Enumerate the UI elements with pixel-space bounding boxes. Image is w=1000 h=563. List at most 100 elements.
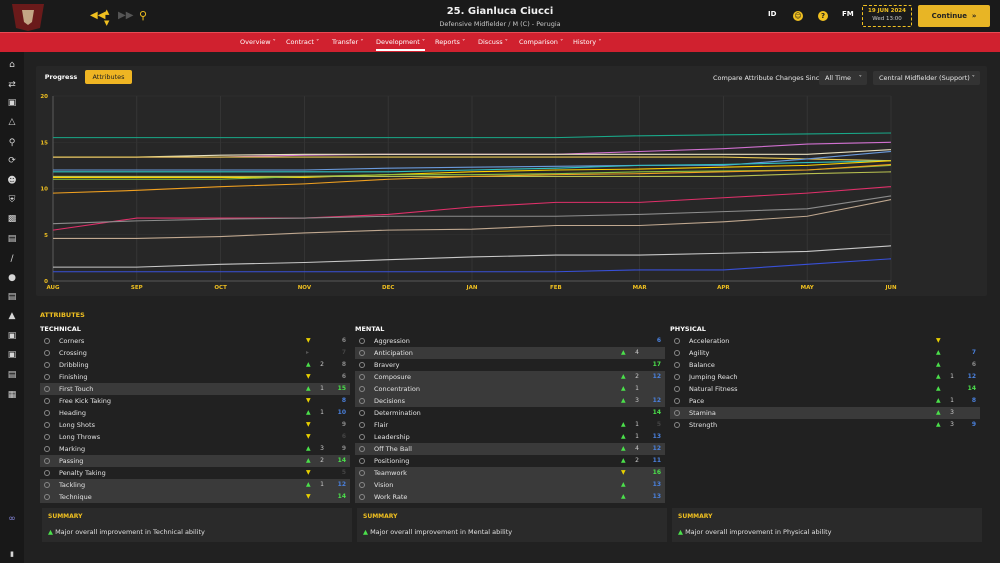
mood-icon[interactable]: ☺ (793, 11, 803, 21)
inbox-icon[interactable]: ⇄ (6, 80, 18, 90)
nav-comparison[interactable]: Comparison ˅ (519, 38, 563, 46)
scouting-icon[interactable]: ⚲ (6, 138, 18, 148)
continue-button[interactable]: Continue » (918, 5, 990, 27)
nav-reports[interactable]: Reports ˅ (435, 38, 465, 46)
mental-title: MENTAL (355, 325, 385, 333)
nav-history[interactable]: History ˅ (573, 38, 601, 46)
staff-icon[interactable]: ☻ (6, 176, 18, 186)
attribute-row[interactable]: Passing ▲ 2 14 (40, 455, 350, 467)
attribute-name: Vision (374, 481, 394, 489)
attribute-row[interactable]: Vision ▲ 13 (355, 479, 665, 491)
attribute-row[interactable]: Technique ▼ 14 (40, 491, 350, 503)
attribute-row[interactable]: Decisions ▲ 3 12 (355, 395, 665, 407)
tactics-icon[interactable]: ⟳ (6, 156, 18, 166)
nav-development[interactable]: Development ˅ (376, 38, 426, 51)
training-icon[interactable]: ∕ (6, 254, 18, 264)
period-dropdown[interactable]: All Time ˅ (819, 71, 867, 85)
up-arrow-icon: ▲ (621, 421, 626, 428)
social-icon[interactable]: ∞ (6, 514, 18, 524)
attribute-row[interactable]: Pace ▲ 1 8 (670, 395, 980, 407)
x-tick-label: JUN (884, 285, 897, 291)
schedule-icon[interactable]: ▤ (6, 370, 18, 380)
attribute-row[interactable]: Finishing ▼ 6 (40, 371, 350, 383)
attribute-row[interactable]: Leadership ▲ 1 13 (355, 431, 665, 443)
attribute-value: 12 (967, 373, 976, 380)
attribute-row[interactable]: Crossing ▸ 7 (40, 347, 350, 359)
y-tick-label: 0 (44, 279, 48, 285)
attribute-row[interactable]: Determination 14 (355, 407, 665, 419)
club-icon[interactable]: ⛨ (6, 195, 18, 205)
finances-icon[interactable]: ▩ (6, 214, 18, 224)
attribute-icon (674, 410, 680, 416)
attribute-row[interactable]: Strength ▲ 3 9 (670, 419, 980, 431)
home-icon[interactable]: ⌂ (6, 60, 18, 70)
exit-icon[interactable]: ▮ (6, 549, 18, 559)
attribute-row[interactable]: Free Kick Taking ▼ 8 (40, 395, 350, 407)
attribute-row[interactable]: Work Rate ▲ 13 (355, 491, 665, 503)
fm-menu-button[interactable]: FM (842, 10, 854, 18)
help-icon[interactable]: ? (818, 11, 828, 21)
attribute-value: 6 (971, 361, 976, 368)
nav-overview[interactable]: Overview ˅ (240, 38, 276, 46)
attribute-row[interactable]: Bravery 17 (355, 359, 665, 371)
tab-attributes[interactable]: Attributes (85, 70, 132, 84)
calendar-icon[interactable]: ▦ (6, 390, 18, 400)
attribute-row[interactable]: Teamwork ▼ 16 (355, 467, 665, 479)
nav-contract[interactable]: Contract ˅ (286, 38, 319, 46)
attribute-row[interactable]: Positioning ▲ 2 11 (355, 455, 665, 467)
attribute-name: Composure (374, 373, 411, 381)
attribute-row[interactable]: Anticipation ▲ 4 (355, 347, 665, 359)
attribute-icon (44, 374, 50, 380)
search-icon[interactable]: ⚲ (139, 9, 147, 23)
attribute-row[interactable]: Acceleration ▼ (670, 335, 980, 347)
competition-icon[interactable]: ● (6, 273, 18, 283)
attribute-row[interactable]: Flair ▲ 1 5 (355, 419, 665, 431)
physical-column: PHYSICAL Acceleration ▼ Agility ▲ 7 Balance ▲ 6… (670, 325, 980, 431)
up-arrow-icon: ▲ (306, 481, 311, 488)
attribute-row[interactable]: Corners ▼ 6 (40, 335, 350, 347)
nav-discuss[interactable]: Discuss ˅ (478, 38, 508, 46)
up-arrow-icon: ▲ (936, 409, 941, 416)
reports-icon[interactable]: ▤ (6, 292, 18, 302)
attribute-row[interactable]: Concentration ▲ 1 (355, 383, 665, 395)
attribute-name: Teamwork (374, 469, 407, 477)
attribute-row[interactable]: Dribbling ▲ 2 8 (40, 359, 350, 371)
attribute-row[interactable]: Heading ▲ 1 10 (40, 407, 350, 419)
attribute-value: 13 (652, 493, 661, 500)
history-down-icon[interactable]: ▼ (104, 16, 109, 30)
attribute-row[interactable]: Stamina ▲ 3 (670, 407, 980, 419)
attribute-row[interactable]: Tackling ▲ 1 12 (40, 479, 350, 491)
attribute-row[interactable]: Long Throws ▼ 6 (40, 431, 350, 443)
attribute-row[interactable]: Off The Ball ▲ 4 12 (355, 443, 665, 455)
dev-centre-icon[interactable]: ▲ (6, 311, 18, 321)
kit-icon[interactable]: ▣ (6, 350, 18, 360)
attribute-name: Tackling (59, 481, 86, 489)
id-button[interactable]: ID (768, 10, 776, 18)
summary-line: ▲ Major overall improvement in Physical … (678, 528, 832, 536)
down-arrow-icon: ▼ (306, 397, 311, 404)
up-arrow-icon: ▲ (621, 397, 626, 404)
squad-icon[interactable]: ▣ (6, 98, 18, 108)
nav-transfer[interactable]: Transfer ˅ (332, 38, 363, 46)
tab-progress[interactable]: Progress (42, 70, 80, 84)
chevron-down-icon: ˅ (971, 74, 975, 82)
attribute-row[interactable]: Long Shots ▼ 9 (40, 419, 350, 431)
trophy-icon[interactable]: △ (6, 117, 18, 127)
attribute-row[interactable]: Aggression 6 (355, 335, 665, 347)
attribute-row[interactable]: Composure ▲ 2 12 (355, 371, 665, 383)
date-display[interactable]: 19 JUN 2024 Wed 13:00 (862, 5, 912, 27)
role-dropdown[interactable]: Central Midfielder (Support) ˅ (873, 71, 980, 85)
attribute-row[interactable]: First Touch ▲ 1 15 (40, 383, 350, 395)
forward-arrow-icon[interactable]: ▶▶ (118, 9, 133, 23)
attribute-row[interactable]: Jumping Reach ▲ 1 12 (670, 371, 980, 383)
medical-icon[interactable]: ▣ (6, 331, 18, 341)
attribute-row[interactable]: Marking ▲ 3 9 (40, 443, 350, 455)
attribute-name: Crossing (59, 349, 87, 357)
attribute-row[interactable]: Balance ▲ 6 (670, 359, 980, 371)
attribute-row[interactable]: Agility ▲ 7 (670, 347, 980, 359)
money-icon[interactable]: ▤ (6, 234, 18, 244)
attribute-icon (44, 482, 50, 488)
attribute-row[interactable]: Penalty Taking ▼ 5 (40, 467, 350, 479)
attribute-row[interactable]: Natural Fitness ▲ 14 (670, 383, 980, 395)
physical-summary: SUMMARY ▲ Major overall improvement in P… (672, 508, 982, 542)
